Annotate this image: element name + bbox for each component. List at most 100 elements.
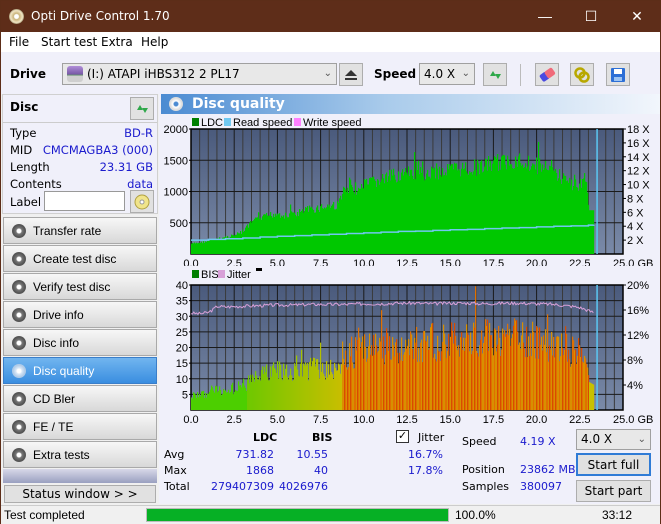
y-tick-label-right: 14 X [627,152,650,164]
row-max-label: Max [164,464,187,477]
jitter-checkbox[interactable]: ✓ [396,430,409,443]
drive-icon [67,66,83,82]
legend-swatch-ldc [192,118,199,126]
nav-create-test-disc[interactable]: Create test disc [3,245,157,272]
x-tick-label: 7.5 [313,258,328,266]
total-bis: 4026976 [279,480,328,493]
legend-marker [256,268,262,271]
x-tick-label: 25.0 GB [613,258,653,266]
y-tick-label-right: 16 X [627,138,650,150]
disc-label-input[interactable] [44,191,125,211]
y-tick-label-left: 2000 [164,124,188,136]
create-test-disc-icon [12,252,26,266]
disc-length-key: Length [10,160,50,174]
y-tick-label-left: 5 [182,389,188,401]
x-tick-label: 5.0 [270,258,285,266]
disc-contents-value: data [127,177,153,191]
row-total-label: Total [164,480,190,493]
x-tick-label: 7.5 [313,414,328,426]
ldc-chart: LDC Read speed Write speed 0.0 2.5 5.0 7.5 1… [164,117,654,266]
copy-button[interactable] [570,63,594,86]
nav-spacer [3,469,157,483]
refresh-button[interactable] [483,63,507,86]
nav-drive-info[interactable]: Drive info [3,301,157,328]
row-avg-label: Avg [164,448,185,461]
total-ldc: 279407309 [211,480,274,493]
legend-read-speed: Read speed [233,117,292,129]
chevron-down-icon: ⌄ [461,68,470,79]
x-tick-label: 22.5 [569,258,590,266]
y-tick-label-right: 4% [627,380,643,392]
drive-select[interactable]: (I:) ATAPI iHBS312 2 PL17 ⌄ [62,63,337,85]
disc-icon [134,194,150,209]
nav-fe-te[interactable]: FE / TE [3,413,157,440]
minimize-button[interactable]: — [522,1,568,32]
data-bar [593,210,595,254]
bis-chart: BIS Jitter 0.0 2.5 5.0 7.5 10.0 12.5 15.0 17.5 2… [176,268,653,426]
col-bis: BIS [312,431,333,444]
legend-swatch-read-speed [224,118,231,126]
legend-swatch-jitter [218,270,225,278]
toolbar: Drive (I:) ATAPI iHBS312 2 PL17 ⌄ Speed … [1,52,660,94]
disc-refresh-button[interactable] [130,97,154,120]
menu-help[interactable]: Help [141,35,168,49]
divider [3,122,157,123]
y-tick-label-left: 1000 [164,187,188,199]
start-full-button[interactable]: Start full [576,453,651,476]
menu-file[interactable]: File [9,35,29,49]
progress-text: 100.0% [455,508,496,522]
nav-disc-quality[interactable]: Disc quality [3,357,157,384]
menu-bar: File Start test Extra Help [1,32,660,52]
avg-ldc: 731.82 [235,448,275,461]
position-value: 23862 MB [520,463,576,476]
max-ldc: 1868 [246,464,274,477]
disc-info-icon [12,336,26,350]
nav-extra-tests[interactable]: Extra tests [3,441,157,468]
x-tick-label: 12.5 [396,258,417,266]
maximize-button[interactable]: ☐ [568,1,614,32]
legend-bis: BIS [201,269,219,281]
left-panel: Disc Type BD-R MID CMCMAGBA3 (000) Lengt… [2,94,158,504]
y-tick-label-left: 500 [170,218,188,230]
disc-label-key: Label [10,195,42,209]
nav-verify-test-disc[interactable]: Verify test disc [3,273,157,300]
status-window-button[interactable]: Status window > > [4,485,156,503]
max-jitter: 17.8% [408,464,443,477]
eject-button[interactable] [339,63,363,86]
y-tick-label-left: 25 [176,327,188,339]
x-tick-label: 22.5 [569,414,590,426]
disc-quality-panel: Disc quality LDC Read speed Write speed … [159,94,660,504]
x-tick-label: 2.5 [227,414,242,426]
app-disc-icon [9,9,24,24]
x-tick-label: 5.0 [270,414,285,426]
drive-info-icon [12,308,26,322]
y-tick-label-right: 8% [627,355,643,367]
y-tick-label-left: 1500 [164,155,188,167]
save-button[interactable] [606,63,630,86]
y-tick-label-left: 20 [176,343,188,355]
close-button[interactable]: ✕ [614,1,660,32]
speed-select[interactable]: 4.0 X ⌄ [419,63,475,85]
y-tick-label-right: 2 X [627,235,644,247]
start-part-button[interactable]: Start part [576,480,651,502]
menu-start-test[interactable]: Start test [41,35,97,49]
menu-extra[interactable]: Extra [101,35,133,49]
erase-button[interactable] [535,63,559,86]
fe-te-icon [12,420,26,434]
nav-cd-bler[interactable]: CD Bler [3,385,157,412]
elapsed-time: 33:12 [602,508,633,522]
nav-transfer-rate[interactable]: Transfer rate [3,217,157,244]
y-tick-label-left: 30 [176,311,188,323]
y-tick-label-right: 20% [627,280,649,292]
disc-quality-icon [12,364,26,378]
nav-disc-info[interactable]: Disc info [3,329,157,356]
verify-test-disc-icon [12,280,26,294]
test-speed-select[interactable]: 4.0 X ⌄ [576,429,651,450]
legend-swatch-bis [192,270,199,278]
y-tick-label-right: 4 X [627,221,644,233]
test-speed-value: 4.0 X [581,432,613,446]
samples-value: 380097 [520,480,562,493]
disc-label-button[interactable] [130,190,154,213]
x-tick-label: 25.0 GB [613,414,653,426]
legend-jitter: Jitter [227,269,251,281]
